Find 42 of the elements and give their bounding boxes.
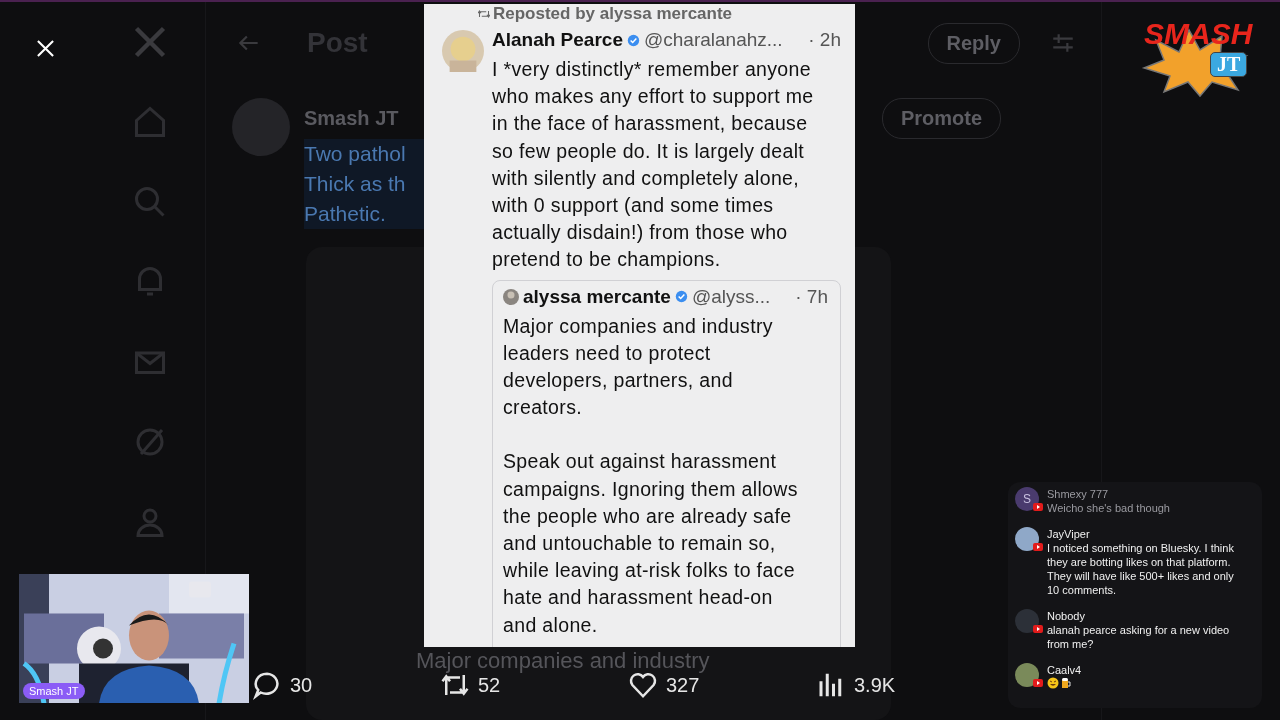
chat-message: alanah pearce asking for a new video from me?	[1047, 623, 1231, 651]
beer-mug-icon	[1060, 677, 1072, 689]
play-badge-icon	[1033, 625, 1043, 633]
streamer-name-badge: Smash JT	[23, 683, 85, 699]
chat-message: I noticed something on Bluesky. I think they are botting likes on that platform. They will have like 500+ likes and only 10 comments.	[1047, 541, 1235, 597]
repost-label: Reposted by alyssa mercante	[493, 4, 733, 24]
author-handle: @alyss...	[691, 285, 771, 308]
chat-username: Caalv4	[1047, 663, 1083, 677]
author-name: alyssa mercante	[523, 285, 671, 308]
reply-button[interactable]: Reply	[927, 22, 1020, 64]
post-time: · 7h	[795, 285, 828, 308]
play-badge-icon	[1033, 543, 1043, 551]
author-handle: @charalanahz...	[643, 29, 783, 51]
play-badge-icon	[1033, 679, 1043, 687]
chat-username: Nobody	[1047, 609, 1086, 623]
promote-button[interactable]: Promote	[881, 98, 1001, 139]
home-icon[interactable]	[132, 104, 168, 140]
author-name: Smash JT	[304, 107, 399, 130]
comment-icon[interactable]	[252, 670, 282, 700]
x-logo-icon[interactable]	[132, 24, 168, 60]
chat-message: Weicho she's bad though	[1047, 501, 1171, 515]
repost-icon	[478, 9, 490, 19]
quote-text: Major companies and industry	[416, 648, 710, 674]
avatar	[442, 30, 484, 72]
post-text: I *very distinctly* remember anyone who makes any effort to support me in the face of harassment, because so few people do. It is largely dealt with silently and completely alone, with 0 support (and some times actually disdain!) from those who pretend to be champions.	[492, 57, 815, 273]
chat-username: Shmexy 777	[1047, 487, 1110, 501]
play-badge-icon	[1033, 503, 1043, 511]
post-time: · 2h	[808, 29, 841, 51]
close-icon[interactable]	[36, 39, 55, 58]
laughing-emoji-icon	[1047, 677, 1059, 689]
stat-count: 30	[290, 673, 313, 697]
quote-paragraph: Speak out against harassment campaigns. Ignoring them allows the people who are already safe and untouchable to remain so, while leaving at-risk folks to face hate and harassment head-on and alone.	[503, 449, 799, 638]
stat-count: 3.9K	[854, 673, 896, 697]
stat-count: 52	[478, 673, 501, 697]
quote-paragraph: Major companies and industry leaders need to protect developers, partners, and creators.	[503, 313, 774, 421]
chat-username: JayViper	[1047, 527, 1091, 541]
logo-text: JT	[1210, 52, 1248, 77]
logo-text: SMASH	[1143, 16, 1254, 52]
avatar	[503, 288, 519, 305]
chat-avatar: S	[1015, 487, 1039, 511]
stat-count: 327	[666, 673, 700, 697]
author-name: Alanah Pearce	[492, 29, 623, 51]
